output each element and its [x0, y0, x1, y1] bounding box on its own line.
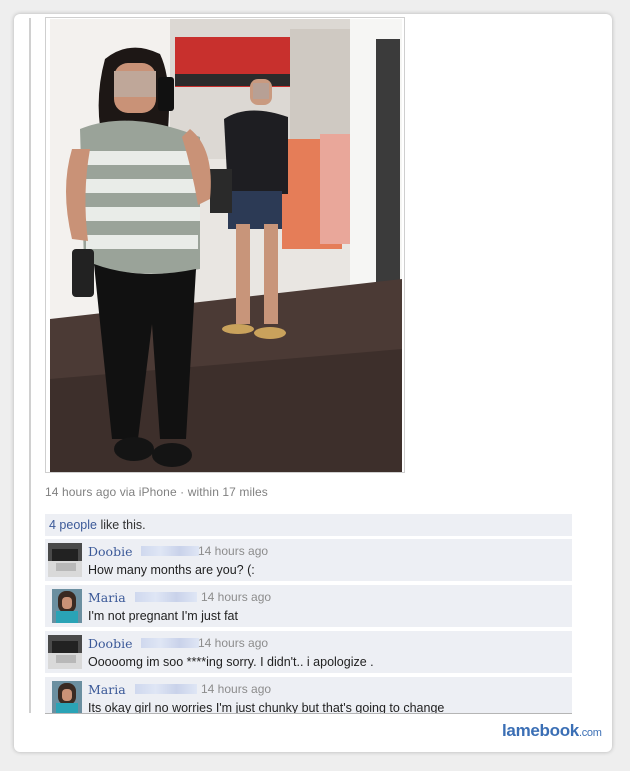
avatar[interactable] [52, 589, 82, 623]
avatar[interactable] [48, 543, 82, 577]
avatar[interactable] [48, 635, 82, 669]
comment-text: Its okay girl no worries I'm just chunky… [88, 701, 445, 713]
comment-item: Maria 14 hours ago I'm not pregnant I'm … [45, 585, 572, 627]
thread-line [29, 18, 31, 713]
blurred-surname [141, 638, 199, 648]
photo-image [50, 19, 402, 472]
likes-suffix: like this. [96, 518, 146, 532]
comment-time[interactable]: 14 hours ago [201, 590, 271, 604]
divider [45, 713, 572, 714]
avatar-image [52, 681, 82, 713]
comment-list: Doobie 14 hours ago How many months are … [45, 539, 572, 713]
comment-text: I'm not pregnant I'm just fat [88, 609, 238, 623]
avatar-image [48, 543, 82, 577]
blurred-surname [135, 592, 197, 602]
comment-item: Maria 14 hours ago Its okay girl no worr… [45, 677, 572, 713]
comment-item: Doobie 14 hours ago Ooooomg im soo ****i… [45, 631, 572, 673]
comment-time[interactable]: 14 hours ago [198, 544, 268, 558]
comment-author[interactable]: Maria [88, 590, 126, 605]
likes-bar: 4 people like this. [45, 514, 572, 536]
lamebook-logo[interactable]: lamebook.com [502, 721, 602, 741]
comment-item: Doobie 14 hours ago How many months are … [45, 539, 572, 581]
blurred-surname [135, 684, 197, 694]
logo-suffix: .com [578, 727, 602, 739]
logo-name: lamebook [502, 721, 579, 740]
post-photo[interactable] [45, 17, 405, 473]
comment-author[interactable]: Doobie [88, 636, 132, 651]
comment-text: How many months are you? (: [88, 563, 255, 577]
blurred-surname [141, 546, 199, 556]
comment-time[interactable]: 14 hours ago [198, 636, 268, 650]
comment-text: Ooooomg im soo ****ing sorry. I didn't..… [88, 655, 374, 669]
likes-link[interactable]: 4 people [49, 518, 97, 532]
avatar[interactable] [52, 681, 82, 713]
comment-time[interactable]: 14 hours ago [201, 682, 271, 696]
avatar-image [52, 589, 82, 623]
comment-author[interactable]: Doobie [88, 544, 132, 559]
avatar-image [48, 635, 82, 669]
comment-author[interactable]: Maria [88, 682, 126, 697]
post-meta: 14 hours ago via iPhone · within 17 mile… [45, 485, 268, 499]
